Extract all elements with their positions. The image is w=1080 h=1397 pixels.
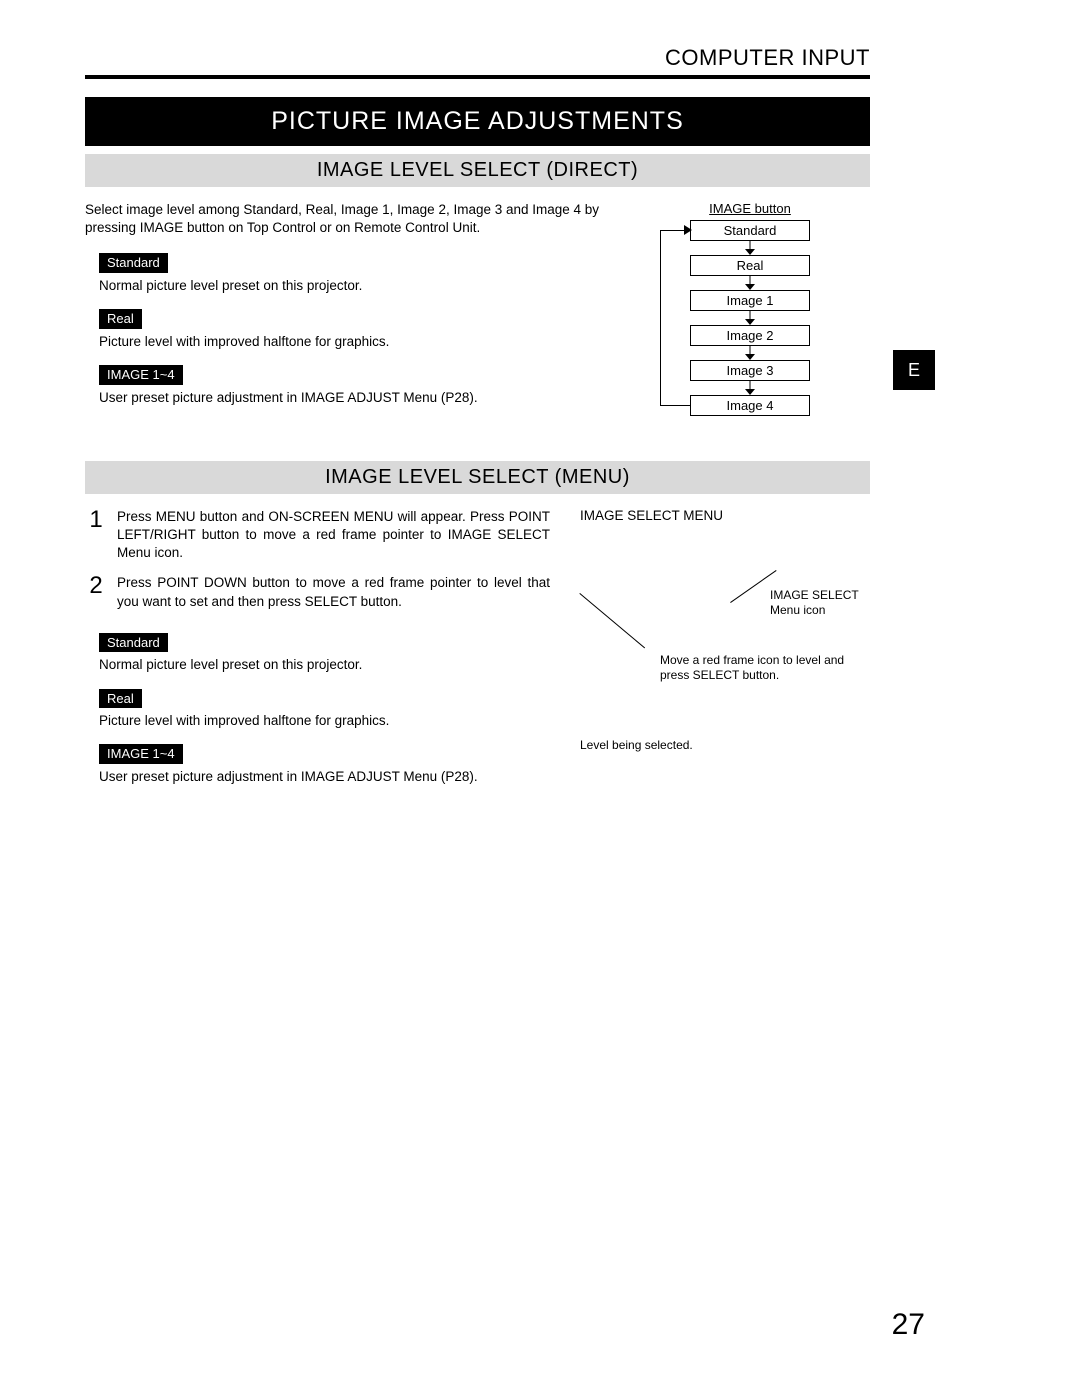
- cycle-box: Image 2: [690, 325, 810, 346]
- header-rule: [85, 75, 870, 79]
- loop-arrowhead-icon: [684, 225, 692, 235]
- arrow-down-icon: [690, 311, 810, 325]
- image-button-label: IMAGE button: [630, 201, 870, 216]
- label-real: Real: [99, 309, 142, 329]
- label-image14: IMAGE 1~4: [99, 744, 183, 764]
- step-text: Press MENU button and ON-SCREEN MENU wil…: [117, 508, 550, 563]
- arrow-down-icon: [690, 381, 810, 395]
- section1-title: IMAGE LEVEL SELECT (DIRECT): [85, 154, 870, 187]
- desc-image14: User preset picture adjustment in IMAGE …: [99, 389, 600, 407]
- step-text: Press POINT DOWN button to move a red fr…: [117, 574, 550, 610]
- callout-move: Move a red frame icon to level and press…: [660, 653, 860, 683]
- cycle-box: Image 4: [690, 395, 810, 416]
- label-standard: Standard: [99, 253, 168, 273]
- desc-real: Picture level with improved halftone for…: [99, 333, 600, 351]
- label-image14: IMAGE 1~4: [99, 365, 183, 385]
- cycle-box: Real: [690, 255, 810, 276]
- cycle-box: Standard: [690, 220, 810, 241]
- page-number: 27: [892, 1308, 925, 1342]
- main-title: PICTURE IMAGE ADJUSTMENTS: [85, 97, 870, 146]
- step-number: 1: [85, 508, 107, 563]
- desc-real: Picture level with improved halftone for…: [99, 712, 550, 730]
- desc-standard: Normal picture level preset on this proj…: [99, 656, 550, 674]
- callout-line-icon: [579, 593, 645, 648]
- section-header: COMPUTER INPUT: [85, 45, 870, 75]
- arrow-down-icon: [690, 276, 810, 290]
- arrow-down-icon: [690, 346, 810, 360]
- label-real: Real: [99, 689, 142, 709]
- section1-intro: Select image level among Standard, Real,…: [85, 201, 600, 237]
- loop-line: [660, 230, 690, 406]
- cycle-diagram: Standard Real Image 1 Image 2 Image 3 Im…: [690, 220, 810, 416]
- label-standard: Standard: [99, 633, 168, 653]
- desc-image14: User preset picture adjustment in IMAGE …: [99, 768, 550, 786]
- image-select-menu-title: IMAGE SELECT MENU: [580, 508, 870, 523]
- step-number: 2: [85, 574, 107, 610]
- desc-standard: Normal picture level preset on this proj…: [99, 277, 600, 295]
- callout-menu-icon: IMAGE SELECT Menu icon: [770, 588, 870, 618]
- cycle-box: Image 3: [690, 360, 810, 381]
- side-tab: E: [893, 350, 935, 390]
- arrow-down-icon: [690, 241, 810, 255]
- callout-selected: Level being selected.: [580, 738, 693, 752]
- cycle-box: Image 1: [690, 290, 810, 311]
- section2-title: IMAGE LEVEL SELECT (MENU): [85, 461, 870, 494]
